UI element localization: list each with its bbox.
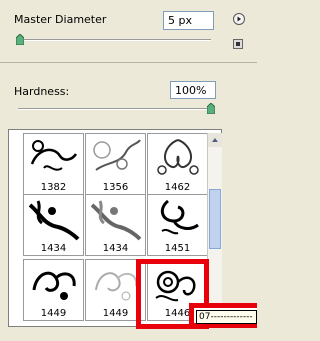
hardness-slider-thumb[interactable] (206, 102, 216, 115)
arrow-up-icon (212, 138, 218, 142)
master-diameter-slider-track[interactable] (18, 39, 211, 41)
brush-number: 1434 (40, 243, 67, 254)
brush-preset[interactable]: 1382 (23, 133, 84, 195)
scroll-up-button[interactable] (208, 133, 222, 147)
new-preset-icon[interactable] (233, 39, 243, 49)
brush-list-scrollbar[interactable] (207, 133, 222, 325)
separator (0, 62, 257, 63)
brush-number: 1451 (164, 243, 191, 254)
brush-preset[interactable]: 1434 (85, 194, 146, 256)
hardness-slider-track[interactable] (18, 108, 214, 110)
hardness-input[interactable]: 100% (170, 81, 216, 99)
brush-preview (157, 139, 199, 175)
menu-arrow-icon[interactable] (233, 13, 245, 25)
brush-preset[interactable]: 1462 (147, 133, 208, 195)
brush-number: 1434 (102, 243, 129, 254)
hardness-label: Hardness: (14, 85, 70, 98)
brush-preview (30, 140, 78, 171)
brush-preset[interactable]: 1449 (23, 259, 84, 321)
brush-preset[interactable]: 1451 (147, 194, 208, 256)
brush-preset[interactable]: 1356 (85, 133, 146, 195)
brush-preview (160, 199, 199, 235)
master-diameter-input[interactable]: 5 px (163, 11, 214, 30)
master-diameter-label: Master Diameter (14, 13, 107, 26)
brush-preview (28, 200, 80, 241)
brush-number: 1462 (164, 182, 191, 193)
brush-number: 1382 (40, 182, 67, 193)
brush-preview (90, 200, 142, 241)
brush-number: 1449 (40, 308, 67, 319)
master-diameter-slider-thumb[interactable] (15, 33, 25, 46)
brush-number: 1356 (102, 182, 129, 193)
brush-tooltip: 07------------- (196, 310, 257, 324)
brush-preview (93, 139, 141, 171)
brush-preset[interactable]: 1434 (23, 194, 84, 256)
scroll-thumb[interactable] (209, 189, 221, 249)
brush-preview (32, 271, 76, 300)
